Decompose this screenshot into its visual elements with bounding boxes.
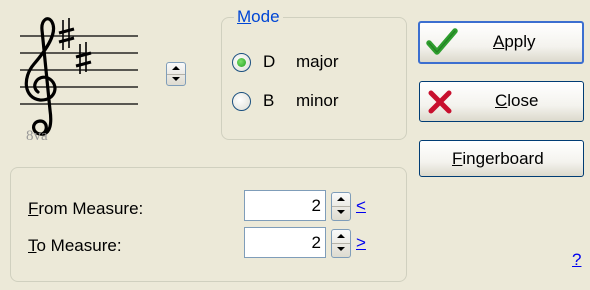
octave-marking: 8va: [26, 128, 48, 144]
close-label: Close: [495, 91, 538, 111]
radio-d-key: D: [263, 52, 276, 71]
apply-button[interactable]: Apply: [418, 21, 584, 64]
arrow-up-icon: [337, 197, 345, 201]
arrow-down-icon: [172, 77, 180, 81]
fingerboard-accesskey: F: [452, 149, 463, 168]
from-measure-nav-link[interactable]: <: [356, 196, 366, 216]
checkmark-icon: [426, 28, 458, 55]
radio-b-quality: minor: [296, 91, 339, 110]
from-measure-spinner[interactable]: [331, 192, 351, 221]
apply-label: Apply: [493, 32, 536, 52]
to-label-text: o Measure:: [36, 236, 122, 255]
close-accesskey: C: [495, 91, 508, 110]
mode-group: [221, 17, 407, 140]
fingerboard-button[interactable]: Fingerboard: [419, 140, 584, 177]
fingerboard-label: Fingerboard: [452, 149, 544, 169]
from-accesskey: F: [28, 199, 39, 218]
arrow-up-icon: [337, 234, 345, 238]
from-down-button[interactable]: [332, 206, 350, 219]
help-link[interactable]: ?: [572, 250, 581, 270]
to-down-button[interactable]: [332, 243, 350, 256]
to-measure-nav-link[interactable]: >: [356, 233, 366, 253]
apply-accesskey: A: [493, 32, 505, 51]
to-measure-label: To Measure:: [28, 236, 122, 256]
measure-range-group: [10, 167, 407, 282]
key-signature-spinner[interactable]: [166, 62, 186, 86]
close-label-text: lose: [507, 91, 539, 110]
radio-option-b-minor[interactable]: B minor: [232, 90, 392, 114]
sharp-icon-1: [58, 18, 75, 50]
radio-selected-dot: [237, 58, 246, 67]
radio-b-key: B: [263, 91, 275, 110]
radio-d-quality: major: [296, 52, 339, 71]
apply-label-text: pply: [504, 32, 536, 51]
arrow-down-icon: [337, 210, 345, 214]
radio-option-d-major[interactable]: D major: [232, 51, 392, 75]
mode-legend: Mode: [234, 7, 283, 27]
radio-b-minor[interactable]: [232, 92, 251, 111]
radio-d-major[interactable]: [232, 53, 251, 72]
close-button[interactable]: Close: [419, 81, 584, 122]
to-accesskey: T: [28, 236, 37, 255]
sharp-icon-2: [75, 42, 92, 74]
close-x-icon: [428, 90, 452, 114]
from-up-button[interactable]: [332, 193, 350, 207]
arrow-up-icon: [172, 66, 180, 70]
to-measure-input[interactable]: 2: [244, 227, 326, 258]
from-measure-input[interactable]: 2: [244, 190, 326, 221]
key-down-button[interactable]: [167, 74, 185, 85]
to-up-button[interactable]: [332, 230, 350, 244]
mode-legend-text: ode: [251, 7, 280, 26]
arrow-down-icon: [337, 247, 345, 251]
from-label-text: rom Measure:: [38, 199, 144, 218]
from-measure-label: From Measure:: [28, 199, 143, 219]
to-measure-spinner[interactable]: [331, 229, 351, 258]
staff-lines: [20, 35, 138, 105]
mode-legend-accesskey: M: [237, 7, 252, 26]
fingerboard-label-text: ingerboard: [462, 149, 544, 168]
